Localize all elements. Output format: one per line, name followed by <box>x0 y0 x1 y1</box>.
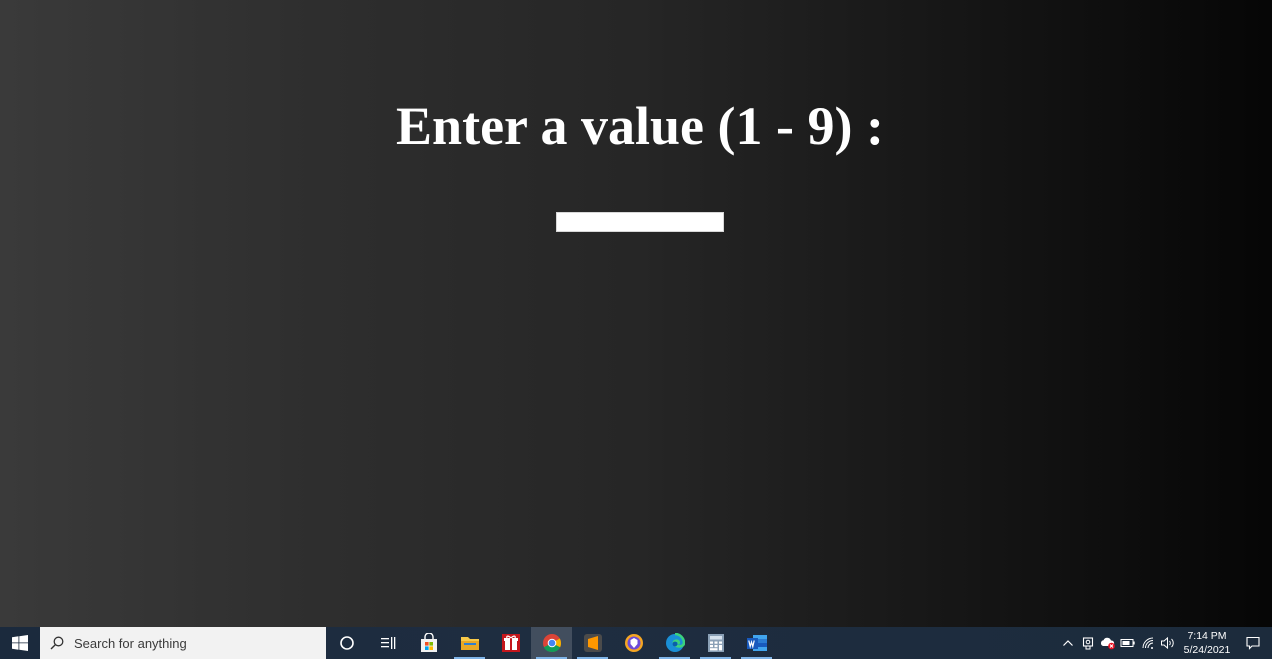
tray-volume[interactable] <box>1158 627 1178 659</box>
search-icon <box>50 636 64 650</box>
taskbar-app-file-explorer[interactable] <box>449 627 490 659</box>
chrome-icon <box>542 634 561 653</box>
cortana-button[interactable] <box>326 627 367 659</box>
start-button[interactable] <box>0 627 40 659</box>
taskbar-app-store[interactable] <box>408 627 449 659</box>
volume-icon <box>1161 636 1174 650</box>
taskbar-app-word[interactable] <box>736 627 777 659</box>
file-explorer-icon <box>460 637 479 650</box>
edge-icon <box>665 633 685 652</box>
taskbar-app-gift[interactable] <box>490 627 531 659</box>
chevron-up-icon <box>1063 640 1073 646</box>
value-input[interactable] <box>556 212 724 232</box>
search-placeholder: Search for anything <box>74 635 187 651</box>
clock-time: 7:14 PM <box>1187 630 1227 642</box>
app-window: Enter a value (1 - 9) : <box>0 0 1272 627</box>
tray-meet-now[interactable] <box>1078 627 1098 659</box>
notification-icon <box>1246 636 1260 650</box>
action-center-button[interactable] <box>1234 627 1272 659</box>
taskbar-app-edge[interactable] <box>654 627 695 659</box>
task-view-button[interactable] <box>367 627 408 659</box>
windows-icon <box>12 635 28 651</box>
tray-battery[interactable] <box>1118 627 1138 659</box>
system-tray: 7:14 PM 5/24/2021 <box>1058 627 1272 659</box>
taskbar: Search for anything 7:14 PM 5/24/2021 <box>0 627 1272 659</box>
taskbar-app-sublime-text[interactable] <box>572 627 613 659</box>
taskbar-clock[interactable]: 7:14 PM 5/24/2021 <box>1180 629 1234 657</box>
task-view-icon <box>380 637 395 649</box>
taskbar-app-calculator[interactable] <box>695 627 736 659</box>
clock-date: 5/24/2021 <box>1183 644 1231 656</box>
camera-icon <box>1082 637 1094 650</box>
word-icon <box>746 635 767 651</box>
wifi-icon <box>1142 637 1154 649</box>
battery-icon <box>1120 639 1135 647</box>
brave-icon <box>624 634 643 652</box>
tray-onedrive[interactable] <box>1098 627 1118 659</box>
store-icon <box>420 633 437 652</box>
taskbar-app-brave[interactable] <box>613 627 654 659</box>
onedrive-error-icon <box>1100 637 1115 650</box>
tray-network[interactable] <box>1138 627 1158 659</box>
cortana-icon <box>339 636 354 650</box>
taskbar-app-chrome[interactable] <box>531 627 572 659</box>
sublime-text-icon <box>583 634 602 652</box>
prompt-heading: Enter a value (1 - 9) : <box>396 96 884 156</box>
show-hidden-icons-button[interactable] <box>1058 627 1078 659</box>
calculator-icon <box>707 634 724 652</box>
gift-app-icon <box>501 634 520 652</box>
taskbar-search-box[interactable]: Search for anything <box>40 627 326 659</box>
